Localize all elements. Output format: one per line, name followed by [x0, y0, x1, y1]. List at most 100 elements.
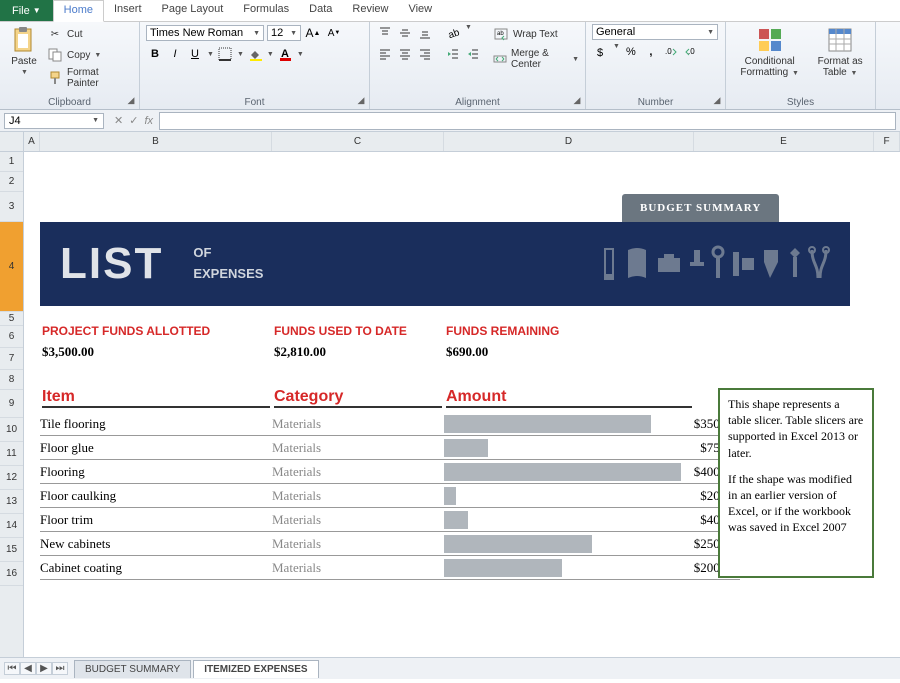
- align-left-button[interactable]: [376, 45, 394, 63]
- orientation-button[interactable]: ab: [444, 24, 462, 42]
- tab-nav-prev[interactable]: ◀: [20, 662, 36, 675]
- bold-button[interactable]: B: [146, 45, 164, 63]
- row-header-12[interactable]: 12: [0, 466, 23, 490]
- column-header-C[interactable]: C: [272, 132, 444, 151]
- align-bottom-button[interactable]: [416, 24, 434, 42]
- currency-button[interactable]: $: [592, 43, 610, 61]
- align-center-button[interactable]: [396, 45, 414, 63]
- group-styles: Conditional Formatting ▼ Format as Table…: [726, 22, 876, 109]
- sheet-tab-itemized-expenses[interactable]: ITEMIZED EXPENSES: [193, 660, 318, 678]
- number-format-select[interactable]: General▼: [592, 24, 718, 40]
- table-row[interactable]: Floor glueMaterials$75.00: [40, 436, 740, 460]
- cell-category: Materials: [272, 512, 444, 528]
- paste-button[interactable]: Paste ▼: [6, 24, 42, 78]
- cancel-icon[interactable]: ✕: [114, 114, 123, 127]
- comma-button[interactable]: ,: [642, 43, 660, 61]
- wrap-icon: ab: [492, 25, 510, 43]
- wrap-text-button[interactable]: ab Wrap Text: [492, 24, 579, 44]
- tab-data[interactable]: Data: [299, 0, 342, 21]
- decrease-decimal-button[interactable]: .0: [682, 43, 700, 61]
- sheet-tab-budget-summary[interactable]: BUDGET SUMMARY: [74, 660, 191, 678]
- tab-view[interactable]: View: [398, 0, 442, 21]
- select-all-corner[interactable]: [0, 132, 23, 152]
- file-tab[interactable]: File ▼: [0, 0, 53, 21]
- row-header-11[interactable]: 11: [0, 442, 23, 466]
- align-top-button[interactable]: [376, 24, 394, 42]
- table-row[interactable]: Cabinet coatingMaterials$200.00: [40, 556, 740, 580]
- row-header-16[interactable]: 16: [0, 562, 23, 586]
- column-header-A[interactable]: A: [24, 132, 40, 151]
- copy-button[interactable]: Copy ▼: [46, 45, 133, 65]
- row-header-15[interactable]: 15: [0, 538, 23, 562]
- cell-amount: $40.00: [444, 511, 740, 529]
- merge-center-button[interactable]: Merge & Center ▼: [492, 47, 579, 71]
- format-painter-button[interactable]: Format Painter: [46, 66, 133, 90]
- column-header-E[interactable]: E: [694, 132, 874, 151]
- tab-nav-first[interactable]: ⏮: [4, 662, 20, 675]
- tab-home[interactable]: Home: [53, 0, 104, 22]
- table-row[interactable]: FlooringMaterials$400.00: [40, 460, 740, 484]
- name-box[interactable]: J4 ▼: [4, 113, 104, 129]
- row-header-2[interactable]: 2: [0, 172, 23, 192]
- header-item: Item: [42, 388, 270, 408]
- row-header-5[interactable]: 5: [0, 312, 23, 326]
- tab-nav-next[interactable]: ▶: [36, 662, 52, 675]
- row-header-9[interactable]: 9: [0, 390, 23, 418]
- align-middle-button[interactable]: [396, 24, 414, 42]
- increase-indent-button[interactable]: [464, 45, 482, 63]
- enter-icon[interactable]: ✓: [129, 114, 138, 127]
- slicer-note[interactable]: This shape represents a table slicer. Ta…: [718, 388, 874, 578]
- fill-color-button[interactable]: [246, 45, 264, 63]
- tab-insert[interactable]: Insert: [104, 0, 152, 21]
- border-button[interactable]: [216, 45, 234, 63]
- fx-icon[interactable]: fx: [144, 115, 153, 127]
- tab-review[interactable]: Review: [342, 0, 398, 21]
- font-color-button[interactable]: A: [276, 45, 294, 63]
- row-header-7[interactable]: 7: [0, 348, 23, 370]
- banner-title: LIST: [60, 239, 163, 289]
- row-header-1[interactable]: 1: [0, 152, 23, 172]
- table-row[interactable]: Floor caulkingMaterials$20.00: [40, 484, 740, 508]
- italic-button[interactable]: I: [166, 45, 184, 63]
- font-size-select[interactable]: 12▼: [267, 25, 301, 41]
- header-amount: Amount: [446, 388, 692, 408]
- grow-font-button[interactable]: A▲: [304, 24, 322, 42]
- column-header-D[interactable]: D: [444, 132, 694, 151]
- tab-nav-last[interactable]: ⏭: [52, 662, 68, 675]
- row-header-13[interactable]: 13: [0, 490, 23, 514]
- column-header-F[interactable]: F: [874, 132, 900, 151]
- row-header-6[interactable]: 6: [0, 326, 23, 348]
- shrink-font-button[interactable]: A▼: [325, 24, 343, 42]
- data-bar: [444, 535, 592, 553]
- budget-summary-button[interactable]: BUDGET SUMMARY: [622, 194, 779, 222]
- format-as-table-button[interactable]: Format as Table ▼: [811, 24, 869, 80]
- underline-button[interactable]: U: [186, 45, 204, 63]
- dialog-launcher[interactable]: ◢: [711, 95, 723, 107]
- tab-formulas[interactable]: Formulas: [233, 0, 299, 21]
- table-row[interactable]: New cabinetsMaterials$250.00: [40, 532, 740, 556]
- conditional-formatting-button[interactable]: Conditional Formatting ▼: [732, 24, 807, 80]
- dialog-launcher[interactable]: ◢: [125, 95, 137, 107]
- row-header-8[interactable]: 8: [0, 370, 23, 390]
- table-row[interactable]: Tile flooringMaterials$350.00: [40, 412, 740, 436]
- row-header-14[interactable]: 14: [0, 514, 23, 538]
- row-header-3[interactable]: 3: [0, 192, 23, 222]
- tab-page-layout[interactable]: Page Layout: [152, 0, 234, 21]
- row-header-10[interactable]: 10: [0, 418, 23, 442]
- decrease-indent-button[interactable]: [444, 45, 462, 63]
- chevron-down-icon: ▼: [94, 52, 101, 59]
- table-row[interactable]: Floor trimMaterials$40.00: [40, 508, 740, 532]
- column-header-B[interactable]: B: [40, 132, 272, 151]
- row-header-4[interactable]: 4: [0, 222, 23, 312]
- align-right-button[interactable]: [416, 45, 434, 63]
- font-size: 12: [271, 27, 283, 39]
- svg-text:.0: .0: [665, 47, 672, 56]
- dialog-launcher[interactable]: ◢: [571, 95, 583, 107]
- data-bar: [444, 487, 456, 505]
- formula-input[interactable]: [159, 112, 896, 130]
- font-name-select[interactable]: Times New Roman▼: [146, 25, 264, 41]
- percent-button[interactable]: %: [622, 43, 640, 61]
- dialog-launcher[interactable]: ◢: [355, 95, 367, 107]
- cut-button[interactable]: ✂ Cut: [46, 24, 133, 44]
- increase-decimal-button[interactable]: .0: [662, 43, 680, 61]
